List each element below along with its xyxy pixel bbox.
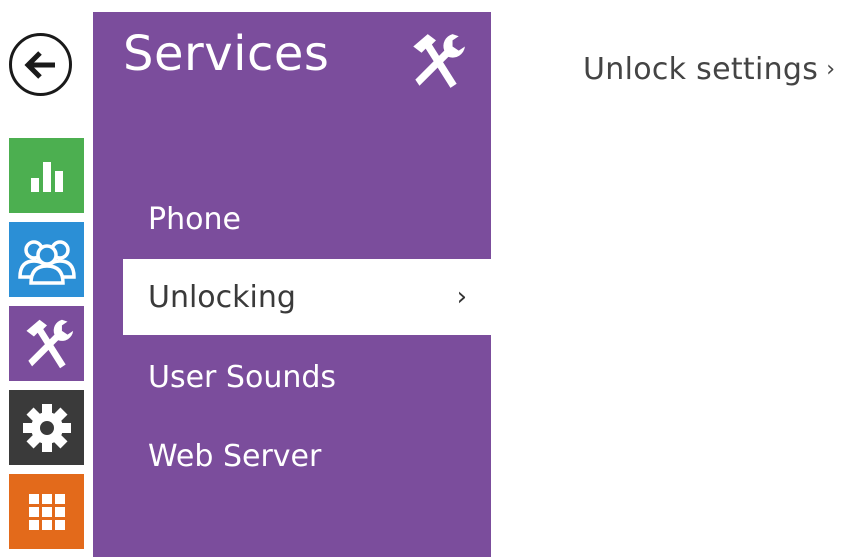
menu-item-user-sounds[interactable]: User Sounds — [123, 339, 491, 415]
chevron-right-icon: › — [456, 282, 467, 312]
hammer-wrench-icon — [25, 319, 73, 368]
app-root: Services Phone Unlocking › User Sounds W… — [0, 0, 849, 557]
bar-chart-icon — [30, 161, 63, 192]
hammer-wrench-icon — [413, 34, 465, 88]
rail-item-services[interactable] — [9, 306, 84, 381]
menu-item-web-server[interactable]: Web Server — [123, 418, 491, 494]
users-icon — [17, 239, 76, 285]
chevron-right-icon: › — [826, 57, 836, 82]
arrow-left-icon — [23, 50, 55, 79]
menu-item-phone[interactable]: Phone — [123, 181, 491, 257]
menu-item-label: Phone — [148, 201, 241, 237]
menu-item-unlocking[interactable]: Unlocking › — [123, 259, 491, 335]
services-menu-panel: Services Phone Unlocking › User Sounds W… — [93, 12, 491, 557]
back-button[interactable] — [9, 33, 72, 96]
unlock-settings-label: Unlock settings — [583, 52, 819, 87]
rail-item-system[interactable] — [9, 474, 84, 549]
menu-item-label: Web Server — [148, 438, 322, 474]
rail-item-hardware[interactable] — [9, 390, 84, 465]
unlock-settings-link[interactable]: Unlock settings › — [583, 52, 835, 87]
gear-icon — [22, 403, 71, 452]
menu-item-label: Unlocking — [148, 279, 296, 315]
page-title: Services — [123, 26, 330, 82]
grid-icon — [28, 493, 65, 530]
rail-item-directory[interactable] — [9, 222, 84, 297]
menu-item-label: User Sounds — [148, 359, 337, 395]
rail-item-status[interactable] — [9, 138, 84, 213]
